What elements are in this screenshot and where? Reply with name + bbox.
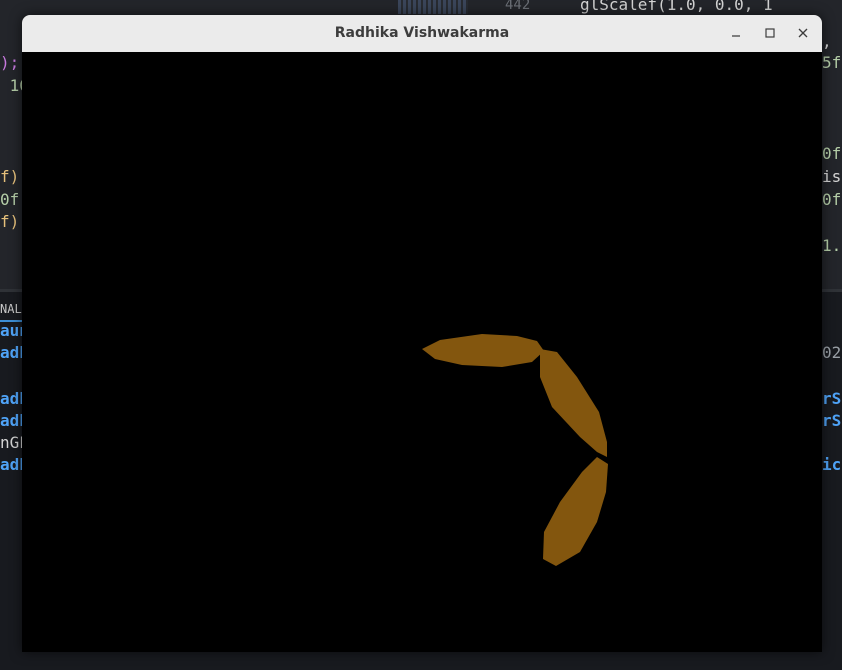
code-fragment: 1. bbox=[822, 236, 842, 255]
code-fragment: is bbox=[822, 167, 842, 186]
code-fragment: f) bbox=[0, 167, 20, 186]
terminal-tab[interactable]: NAL bbox=[0, 298, 22, 320]
fan-blade bbox=[543, 457, 608, 566]
close-icon bbox=[798, 28, 808, 38]
terminal-line: rS bbox=[822, 411, 842, 430]
code-fragment: 0f bbox=[822, 190, 842, 209]
fan-blades bbox=[422, 334, 608, 566]
render-surface bbox=[422, 334, 608, 566]
code-fragment: ); bbox=[0, 53, 20, 72]
editor-minimap[interactable] bbox=[398, 0, 468, 14]
render-canvas[interactable] bbox=[22, 52, 822, 652]
minimize-icon bbox=[732, 35, 740, 37]
fan-blade bbox=[422, 334, 544, 367]
code-fragment: 5f bbox=[822, 53, 842, 72]
terminal-line: ic bbox=[822, 455, 842, 474]
code-fragment: 0f bbox=[822, 144, 842, 163]
maximize-icon bbox=[765, 28, 775, 38]
code-fragment: , bbox=[822, 32, 832, 51]
fan-blade bbox=[540, 349, 607, 457]
editor-code-line: glScalef(1.0, 0.0, 1 bbox=[580, 0, 773, 14]
close-button[interactable] bbox=[793, 23, 813, 43]
minimize-button[interactable] bbox=[726, 23, 746, 43]
maximize-button[interactable] bbox=[760, 23, 780, 43]
opengl-window[interactable]: Radhika Vishwakarma bbox=[22, 15, 822, 652]
terminal-line: 02 bbox=[822, 343, 842, 362]
window-title: Radhika Vishwakarma bbox=[334, 25, 510, 41]
terminal-line: rS bbox=[822, 389, 842, 408]
window-titlebar[interactable]: Radhika Vishwakarma bbox=[22, 15, 822, 53]
